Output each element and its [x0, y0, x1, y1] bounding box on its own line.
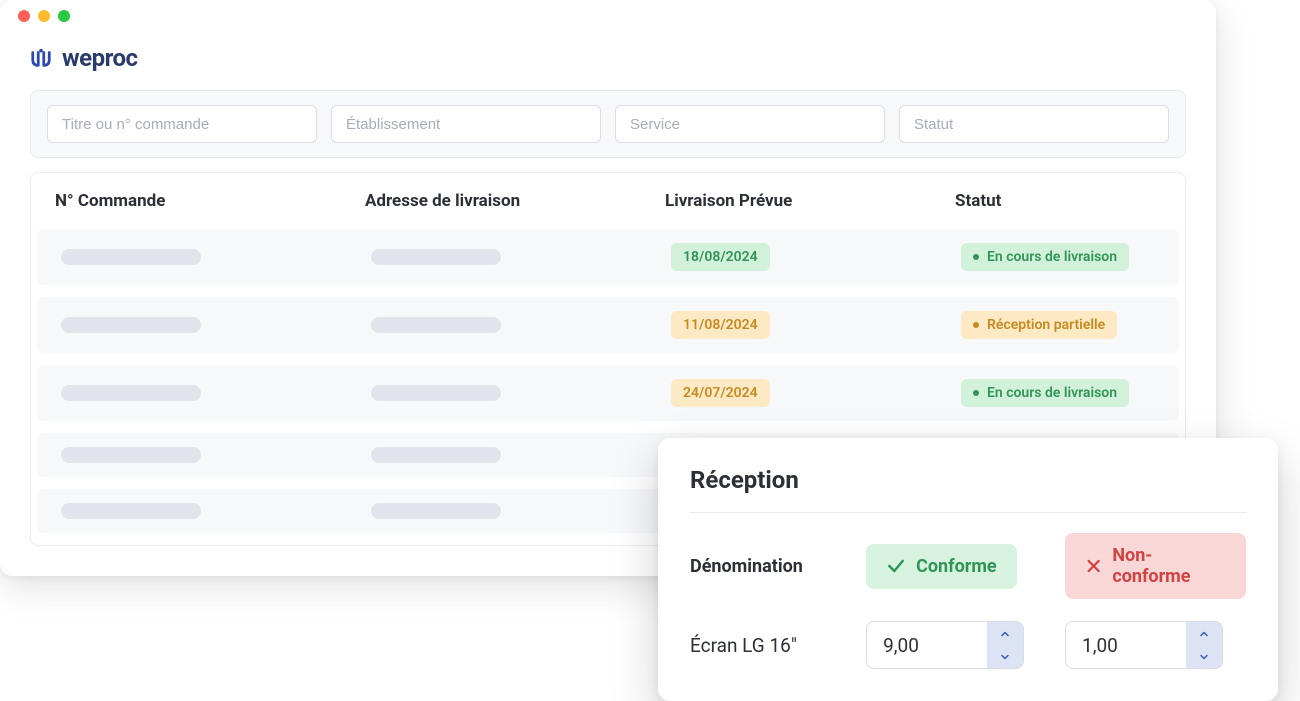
- nonconforme-button[interactable]: Non-conforme: [1065, 533, 1246, 599]
- conforme-label: Conforme: [916, 556, 997, 577]
- qty-conforme-down[interactable]: [987, 645, 1023, 668]
- x-icon: [1085, 557, 1102, 575]
- header-status: Statut: [955, 191, 1161, 211]
- filter-bar: [30, 90, 1186, 158]
- minimize-window-icon[interactable]: [38, 10, 50, 22]
- service-filter[interactable]: [615, 105, 885, 143]
- header-address: Adresse de livraison: [365, 191, 665, 211]
- status-dot-icon: [973, 254, 979, 260]
- chevron-down-icon: [999, 651, 1011, 663]
- table-row[interactable]: 24/07/2024 En cours de livraison: [37, 365, 1179, 421]
- brand-name: weproc: [62, 44, 138, 72]
- status-badge: En cours de livraison: [961, 379, 1129, 407]
- qty-nonconforme-value: 1,00: [1066, 622, 1186, 668]
- conforme-button[interactable]: Conforme: [866, 544, 1017, 589]
- maximize-window-icon[interactable]: [58, 10, 70, 22]
- skeleton-order-no: [61, 503, 201, 519]
- qty-conforme-stepper[interactable]: 9,00: [866, 621, 1024, 669]
- qty-nonconforme-up[interactable]: [1186, 622, 1222, 645]
- product-name: Écran LG 16": [690, 634, 797, 657]
- expected-date-badge: 24/07/2024: [671, 379, 770, 407]
- denomination-label: Dénomination: [690, 556, 803, 577]
- qty-conforme-value: 9,00: [867, 622, 987, 668]
- skeleton-address: [371, 317, 501, 333]
- skeleton-order-no: [61, 385, 201, 401]
- status-filter[interactable]: [899, 105, 1169, 143]
- skeleton-order-no: [61, 447, 201, 463]
- brand-bar: weproc: [0, 32, 1216, 90]
- table-row[interactable]: 18/08/2024 En cours de livraison: [37, 229, 1179, 285]
- chevron-down-icon: [1198, 651, 1210, 663]
- expected-date-badge: 18/08/2024: [671, 243, 770, 271]
- status-dot-icon: [973, 322, 979, 328]
- skeleton-address: [371, 447, 501, 463]
- skeleton-address: [371, 385, 501, 401]
- status-text: En cours de livraison: [987, 249, 1117, 265]
- close-window-icon[interactable]: [18, 10, 30, 22]
- nonconforme-label: Non-conforme: [1112, 545, 1226, 587]
- status-badge: En cours de livraison: [961, 243, 1129, 271]
- skeleton-order-no: [61, 317, 201, 333]
- qty-conforme-up[interactable]: [987, 622, 1023, 645]
- header-expected-delivery: Livraison Prévue: [665, 191, 955, 211]
- table-row[interactable]: 11/08/2024 Réception partielle: [37, 297, 1179, 353]
- status-dot-icon: [973, 390, 979, 396]
- weproc-logo-icon: [30, 47, 52, 69]
- qty-nonconforme-down[interactable]: [1186, 645, 1222, 668]
- header-order-no: N° Commande: [55, 191, 365, 211]
- panel-header-row: Dénomination Conforme Non-conforme: [690, 533, 1246, 599]
- search-input[interactable]: [47, 105, 317, 143]
- chevron-up-icon: [1198, 628, 1210, 640]
- status-text: En cours de livraison: [987, 385, 1117, 401]
- expected-date-badge: 11/08/2024: [671, 311, 770, 339]
- chevron-up-icon: [999, 628, 1011, 640]
- status-badge: Réception partielle: [961, 311, 1117, 339]
- check-icon: [886, 556, 906, 576]
- panel-title: Réception: [690, 466, 1246, 513]
- table-header: N° Commande Adresse de livraison Livrais…: [31, 173, 1185, 229]
- window-titlebar: [0, 0, 1216, 32]
- establishment-filter[interactable]: [331, 105, 601, 143]
- panel-data-row: Écran LG 16" 9,00 1,00: [690, 621, 1246, 669]
- qty-nonconforme-stepper[interactable]: 1,00: [1065, 621, 1223, 669]
- skeleton-address: [371, 503, 501, 519]
- status-text: Réception partielle: [987, 317, 1105, 333]
- skeleton-order-no: [61, 249, 201, 265]
- skeleton-address: [371, 249, 501, 265]
- reception-panel: Réception Dénomination Conforme Non-conf…: [658, 438, 1278, 701]
